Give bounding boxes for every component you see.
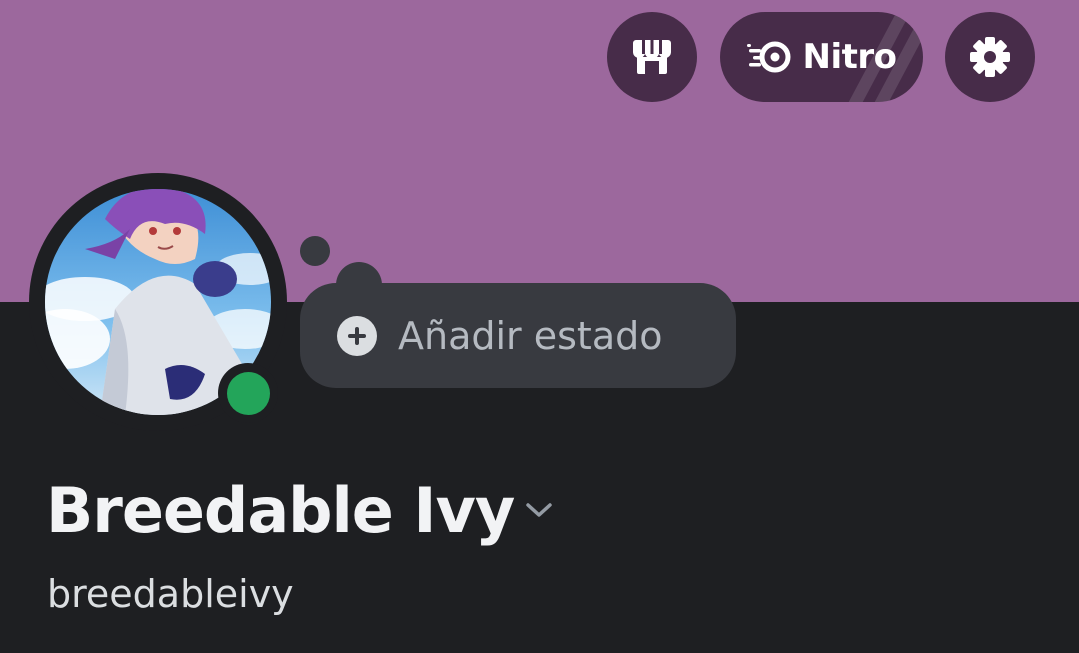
plus-circle-icon [337, 316, 377, 356]
shop-button[interactable] [607, 12, 697, 102]
nitro-label: Nitro [802, 37, 898, 77]
chevron-down-icon[interactable] [522, 497, 556, 521]
username: breedableivy [47, 572, 294, 616]
add-status-label: Añadir estado [398, 314, 663, 358]
add-status-button[interactable]: Añadir estado [300, 283, 736, 388]
online-status-indicator [218, 363, 278, 423]
nitro-icon [746, 41, 790, 73]
gear-icon [970, 37, 1010, 77]
settings-button[interactable] [945, 12, 1035, 102]
nitro-button[interactable]: Nitro [720, 12, 923, 102]
thought-bubble-dot [300, 236, 330, 266]
display-name[interactable]: Breedable Ivy [46, 474, 515, 547]
shop-icon [633, 40, 671, 74]
